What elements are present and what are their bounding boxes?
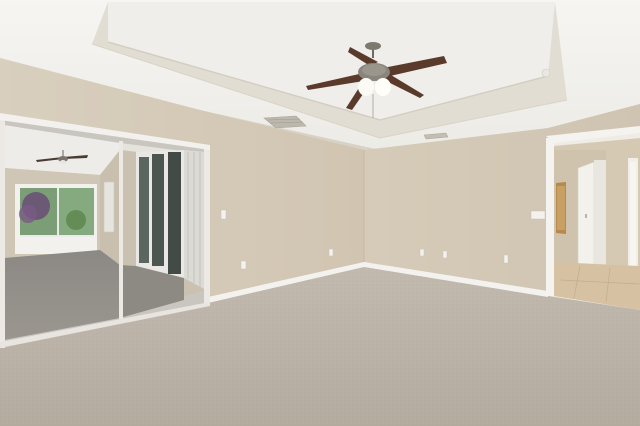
smoke-detector (541, 68, 551, 78)
fan-light-1 (358, 78, 374, 96)
outlet-center (328, 248, 334, 257)
light-switch-left (220, 209, 227, 220)
outlet-right-3 (503, 254, 509, 264)
fan-light-2 (375, 78, 391, 96)
outlet-right-1 (419, 248, 425, 257)
thermostat (530, 210, 546, 220)
outlet-right-2 (442, 250, 448, 259)
outlet-left (240, 260, 247, 270)
room-illustration (0, 0, 640, 426)
photo-scene (0, 0, 640, 426)
